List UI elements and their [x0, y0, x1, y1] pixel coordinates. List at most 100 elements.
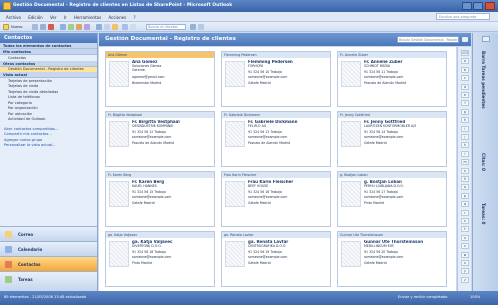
nav-button-mail[interactable]: Correo [0, 226, 97, 241]
alphabet-index-button[interactable]: w [461, 251, 469, 258]
alphabet-index-button[interactable]: l [461, 150, 469, 157]
alphabet-index-button[interactable]: s [461, 218, 469, 224]
alphabet-index-button[interactable]: v [461, 243, 469, 250]
move-to-folder-icon[interactable] [40, 24, 46, 30]
card-header[interactable]: Frau Karin Fleischer [222, 172, 330, 178]
alphabet-index-button[interactable]: k [461, 142, 469, 149]
card-header[interactable]: ga. Renata Lavtar [222, 232, 330, 238]
menu-ayuda[interactable]: ? [133, 15, 135, 20]
status-zoom[interactable]: 100% [470, 295, 480, 299]
alphabet-index-button[interactable]: m [461, 159, 469, 166]
card-header[interactable]: g. Bostjan Loban [338, 172, 446, 178]
alphabet-index-button[interactable]: i [461, 125, 469, 132]
alphabet-index-button[interactable]: ñ [461, 176, 469, 182]
nav-button-label: Calendario [18, 247, 43, 252]
contact-photo-placeholder [341, 181, 361, 207]
card-header[interactable]: Flemming Pedersen [222, 52, 330, 58]
minimize-button[interactable] [462, 2, 472, 10]
print-icon[interactable] [32, 24, 38, 30]
contact-card[interactable]: ga. Renata Lavtar ga. Renata Lavtar CENTRO… [221, 231, 331, 287]
contact-card[interactable]: Ana Gómez Ana Gómez Soluciones Gómez Gerent… [105, 51, 215, 107]
alphabet-index-button[interactable]: z [461, 276, 469, 283]
contact-card[interactable]: Fr. Jenny Gottfried Fr. Jenny Gottfried LA… [337, 111, 447, 167]
alphabet-index-button[interactable]: q [461, 201, 469, 208]
content-search-input[interactable]: Buscar Gestión Documental - Registro de … [397, 36, 459, 43]
alphabet-index-button[interactable]: g [461, 108, 469, 115]
contact-card[interactable]: Frau Karin Fleischer Frau Karin Fleischer… [221, 171, 331, 227]
contact-card[interactable]: g. Bostjan Loban g. Bostjan Loban PERHU LJ… [337, 171, 447, 227]
contact-photo-placeholder [109, 241, 129, 267]
alphabet-index-button[interactable]: y [461, 268, 469, 275]
alphabet-index-button[interactable]: x [461, 260, 469, 266]
alphabet-index-button[interactable]: o [461, 184, 469, 191]
alphabet-index-button[interactable]: n [461, 167, 469, 174]
contact-card[interactable]: Gunnar Ute Thorsteinsson Gunnar Ute Thors… [337, 231, 447, 287]
card-header[interactable]: Ana Gómez [106, 52, 214, 58]
send-receive-icon[interactable] [122, 24, 128, 30]
address-book-icon[interactable] [96, 24, 102, 30]
address-card-icon[interactable] [60, 24, 66, 30]
delete-icon[interactable] [48, 24, 54, 30]
menu-ver[interactable]: Ver [50, 15, 57, 20]
alphabet-index-button[interactable]: u [461, 234, 469, 241]
alphabet-index-button[interactable]: a [461, 58, 469, 65]
help-question-input[interactable]: Escriba una pregunta [436, 13, 490, 20]
star-icon[interactable] [112, 24, 118, 30]
alphabet-index-button[interactable]: p [461, 192, 469, 199]
contact-card[interactable]: Fr. Gabriele Dickmann Fr. Gabriele Dickma… [221, 111, 331, 167]
card-header[interactable]: Fr. Karen Berg [106, 172, 214, 178]
card-header[interactable]: Fr. Annelie Zuber [338, 52, 446, 58]
alphabet-index-button[interactable]: b [461, 66, 469, 73]
card-info: Ana Gómez Soluciones Gómez Gerente agomez@g… [132, 60, 212, 85]
contact-card[interactable]: Flemming Pedersen Flemming Pedersen FORHOF… [221, 51, 331, 107]
card-header[interactable]: Gunnar Ute Thorsteinsson [338, 232, 446, 238]
menu-edicion[interactable]: Edición [28, 15, 42, 20]
new-button-label[interactable]: Nuevo [11, 25, 23, 29]
card-info: Gunnar Ute Thorsteinsson MEDILLINGUM EHF.… [364, 240, 444, 265]
card-header[interactable]: Fr. Jenny Gottfried [338, 112, 446, 118]
flag-icon[interactable] [76, 24, 82, 30]
expand-todo-bar-icon[interactable] [482, 36, 490, 42]
toolbar-options-icon[interactable] [198, 24, 204, 30]
search-icon[interactable] [462, 37, 468, 42]
alphabet-index-button[interactable]: j [461, 134, 469, 140]
menu-archivo[interactable]: Archivo [6, 15, 21, 20]
alphabet-index-button[interactable]: t [461, 226, 469, 233]
alphabet-index-button[interactable]: 123 [461, 50, 469, 56]
alphabet-index-button[interactable]: d [461, 83, 469, 90]
new-contact-icon[interactable] [3, 24, 9, 30]
contact-card[interactable]: Fr. Karen Berg Fr. Karen Berg KAUEL HANNES… [105, 171, 215, 227]
send-mail-icon[interactable] [68, 24, 74, 30]
contact-card[interactable]: ga. Katja Valjavec ga. Katja Valjavec DIVE… [105, 231, 215, 287]
alphabet-index-button[interactable]: c [461, 75, 469, 82]
card-header[interactable]: ga. Katja Valjavec [106, 232, 214, 238]
calendar-icon [5, 246, 12, 253]
card-header[interactable]: Fr. Gabriele Dickmann [222, 112, 330, 118]
contact-card[interactable]: Fr. Birgitta Vestphaal Fr. Birgitta Vestp… [105, 111, 215, 167]
alphabet-index-button[interactable]: e [461, 92, 469, 98]
contacts-icon [5, 261, 12, 268]
alphabet-index-button[interactable]: h [461, 117, 469, 124]
menu-bar: Archivo Edición Ver Ir Herramientas Acci… [0, 12, 498, 22]
find-icon[interactable] [130, 24, 136, 30]
alphabet-index-button[interactable]: f [461, 100, 469, 107]
window-title: Gestión Documental - Registro de cliente… [13, 3, 233, 8]
nav-button-contacts[interactable]: Contactos [0, 256, 97, 271]
customize-view-link[interactable]: Personalizar la vista actual... [0, 143, 97, 149]
card-header[interactable]: Fr. Birgitta Vestphaal [106, 112, 214, 118]
help-icon[interactable] [190, 24, 196, 30]
link-icon[interactable] [104, 24, 110, 30]
menu-acciones[interactable]: Acciones [108, 15, 126, 20]
nav-button-tasks[interactable]: Tareas [0, 271, 97, 291]
nav-button-calendar[interactable]: Calendario [0, 241, 97, 256]
close-button[interactable] [485, 2, 495, 10]
menu-ir[interactable]: Ir [64, 15, 67, 20]
maximize-button[interactable] [473, 2, 483, 10]
alphabet-index: 123 a b c d e f g h i j k l m n ñ o p q r s t u v w x y z [457, 47, 471, 291]
contact-card[interactable]: Fr. Annelie Zuber Fr. Annelie Zuber SCHMID… [337, 51, 447, 107]
toolbar-search-input[interactable]: Buscar en libretas [146, 24, 186, 30]
toolbar: Nuevo Buscar en libretas [0, 22, 498, 32]
alphabet-index-button[interactable]: r [461, 209, 469, 216]
menu-herramientas[interactable]: Herramientas [74, 15, 101, 20]
categorize-icon[interactable] [84, 24, 90, 30]
